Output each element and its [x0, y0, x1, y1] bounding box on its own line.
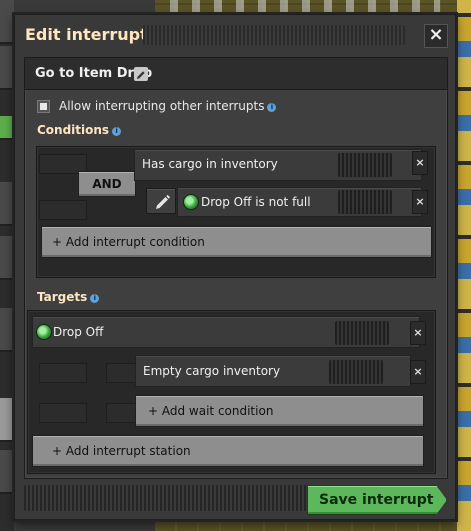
logic-connector-slot: [106, 363, 136, 383]
wait-condition-label: Empty cargo inventory: [143, 364, 281, 378]
close-button[interactable]: ×: [424, 24, 448, 48]
condition-label: Drop Off is not full: [201, 195, 311, 209]
conditions-section-title: Conditions i: [37, 123, 122, 137]
window-title: Edit interrupt: [25, 25, 148, 44]
target-station-name: Drop Off: [53, 325, 104, 339]
background-tile: [0, 0, 14, 44]
logic-connector-slot: [39, 363, 87, 383]
logic-connector-slot: [39, 200, 87, 220]
info-icon: i: [267, 103, 277, 112]
add-interrupt-condition-button[interactable]: + Add interrupt condition: [41, 226, 432, 258]
edit-condition-button[interactable]: [146, 188, 176, 214]
titlebar: Edit interrupt ×: [15, 15, 455, 55]
interrupt-header: Go to Item Drop: [25, 58, 447, 90]
conditions-label: Conditions: [37, 123, 110, 137]
allow-interrupting-label-wrap: Allow interrupting other interrupts i: [59, 99, 277, 113]
footer-drag-handle: [24, 485, 308, 511]
add-interrupt-station-button[interactable]: + Add interrupt station: [32, 435, 424, 467]
condition-drag-handle[interactable]: [338, 190, 392, 214]
condition-row[interactable]: Drop Off is not full: [177, 187, 422, 217]
drag-handle[interactable]: [143, 25, 405, 45]
remove-station-button[interactable]: ×: [410, 321, 426, 345]
target-station-row[interactable]: Drop Off: [32, 316, 420, 348]
remove-condition-button[interactable]: ×: [412, 151, 428, 175]
remove-wait-condition-button[interactable]: ×: [410, 360, 426, 384]
background-tile: [0, 182, 14, 226]
train-stop-icon: [183, 194, 199, 210]
and-or-toggle-button[interactable]: AND: [78, 171, 136, 197]
add-wait-condition-button[interactable]: + Add wait condition: [135, 395, 424, 427]
rename-pencil-icon[interactable]: [134, 67, 148, 81]
targets-section-title: Targets i: [37, 290, 100, 304]
condition-label: Has cargo in inventory: [142, 157, 278, 171]
interrupt-editor: Go to Item Drop Allow interrupting other…: [24, 57, 448, 479]
wait-condition-row[interactable]: Empty cargo inventory: [135, 355, 411, 387]
background-tile: [0, 116, 14, 140]
conditions-panel: AND Has cargo in inventory × Drop Off is…: [36, 146, 436, 278]
add-wait-condition-label: + Add wait condition: [148, 404, 274, 418]
allow-interrupting-checkbox[interactable]: [37, 100, 50, 113]
station-drag-handle[interactable]: [335, 321, 389, 345]
targets-panel: Drop Off × Empty cargo inventory × + Add…: [27, 310, 436, 474]
background-tile: [0, 308, 14, 352]
logic-connector-slot: [106, 403, 136, 423]
logic-connector-slot: [39, 403, 87, 423]
background-tile: [0, 398, 14, 442]
background-tile: [0, 46, 14, 90]
info-icon: i: [112, 127, 122, 136]
background-left: [0, 0, 14, 531]
add-interrupt-station-label: + Add interrupt station: [52, 444, 191, 458]
condition-row[interactable]: Has cargo in inventory: [134, 149, 422, 181]
allow-interrupting-label: Allow interrupting other interrupts: [59, 99, 265, 113]
remove-condition-button[interactable]: ×: [412, 190, 428, 214]
info-icon: i: [90, 294, 100, 303]
train-stop-icon: [36, 324, 52, 340]
save-interrupt-button[interactable]: Save interrupt: [307, 485, 447, 515]
condition-drag-handle[interactable]: [338, 153, 392, 177]
background-tile: [0, 450, 14, 494]
background-tile: [0, 236, 14, 280]
edit-interrupt-window: Edit interrupt × Go to Item Drop Allow i…: [14, 14, 456, 520]
wait-condition-drag-handle[interactable]: [329, 360, 383, 384]
targets-label: Targets: [37, 290, 88, 304]
background-strip: [457, 0, 471, 531]
add-interrupt-condition-label: + Add interrupt condition: [52, 235, 205, 249]
